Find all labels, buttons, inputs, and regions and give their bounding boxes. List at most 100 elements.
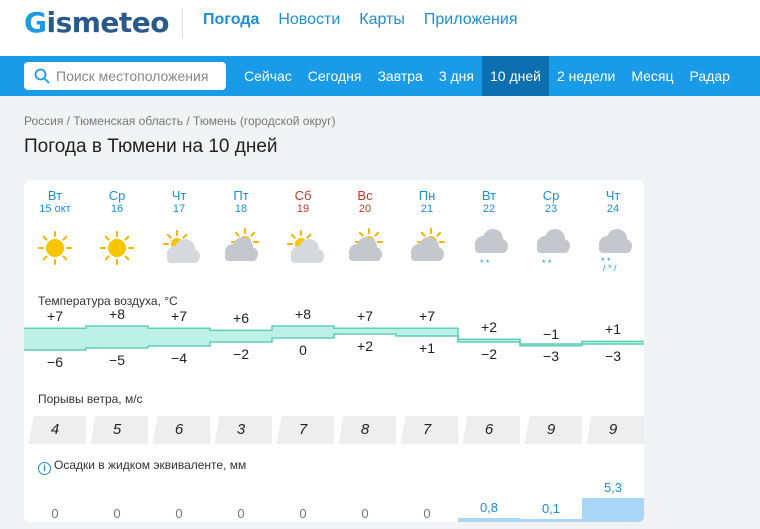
header: Gismeteo Погода Новости Карты Приложения [0, 0, 760, 56]
temp-min: −2 [481, 346, 497, 362]
sun-icon [33, 226, 77, 270]
temp-min: −5 [109, 352, 125, 368]
precip-value: 0 [51, 506, 59, 521]
day-name: Вт [481, 188, 497, 203]
info-icon[interactable]: i [38, 462, 51, 475]
temp-min: +2 [357, 338, 373, 354]
forecast-day[interactable]: Вт 15 окт [24, 188, 86, 215]
temp-min: −2 [233, 346, 249, 362]
precip-bar [458, 518, 520, 522]
temp-max: +8 [295, 306, 311, 322]
search-icon [34, 68, 50, 84]
day-date: 21 [420, 203, 434, 215]
wind-gust-value: 3 [210, 416, 272, 444]
wind-gust-value: 7 [396, 416, 458, 444]
day-name: Пн [418, 188, 436, 203]
precip-bar [520, 519, 582, 522]
temp-min: −3 [543, 348, 559, 364]
precip-value: 0 [237, 506, 245, 521]
wind-gust-value: 9 [582, 416, 644, 444]
temp-max: +7 [357, 308, 373, 325]
temp-max: −1 [543, 325, 559, 342]
day-name: Вт [47, 188, 63, 203]
forecast-day[interactable]: Вт 22 [458, 188, 520, 215]
tab-2-weeks[interactable]: 2 недели [549, 56, 623, 96]
temp-max: +2 [481, 319, 497, 336]
nav-news[interactable]: Новости [278, 11, 340, 29]
forecast-day[interactable]: Ср 16 [86, 188, 148, 215]
tab-month[interactable]: Месяц [623, 56, 681, 96]
day-name: Сб [294, 188, 312, 203]
day-date: 20 [358, 203, 372, 215]
svg-text:* *: * * [542, 258, 552, 268]
tab-now[interactable]: Сейчас [236, 56, 300, 96]
temp-max: +1 [605, 321, 621, 338]
period-tabs: Сейчас Сегодня Завтра 3 дня 10 дней 2 не… [236, 56, 738, 96]
precip-value: 0 [361, 506, 369, 521]
day-date: 15 окт [39, 203, 71, 215]
nav-apps[interactable]: Приложения [424, 11, 518, 29]
nav-weather[interactable]: Погода [203, 11, 259, 29]
forecast-day[interactable]: Пн 21 [396, 188, 458, 215]
precip-value: 0,8 [479, 500, 499, 515]
temp-max: +8 [109, 306, 125, 322]
tab-today[interactable]: Сегодня [300, 56, 370, 96]
day-date: 18 [234, 203, 248, 215]
top-nav: Погода Новости Карты Приложения [203, 11, 517, 29]
page-title: Погода в Тюмени на 10 дней [24, 136, 278, 157]
temp-max: +7 [171, 308, 187, 325]
temp-min: −6 [47, 354, 63, 370]
forecast-day[interactable]: Ср 23 [520, 188, 582, 215]
wind-gust-value: 8 [334, 416, 396, 444]
logo-divider [182, 8, 183, 38]
search-box[interactable] [24, 62, 226, 90]
wind-label: Порывы ветра, м/с [38, 392, 143, 406]
forecast-day[interactable]: Чт 24 [582, 188, 644, 215]
temp-min: +1 [419, 340, 435, 356]
precip-value: 5,3 [603, 480, 623, 495]
day-name: Чт [171, 188, 187, 203]
temp-min: −4 [171, 350, 187, 366]
gismeteo-logo[interactable]: Gismeteo [24, 6, 170, 39]
forecast-day[interactable]: Вс 20 [334, 188, 396, 215]
day-date: 24 [606, 203, 620, 215]
day-date: 16 [110, 203, 124, 215]
wind-gust-value: 4 [24, 416, 86, 444]
rain-snow-cloud-icon: * * / * / [591, 226, 635, 273]
sun-icon [95, 226, 139, 270]
tab-10-days[interactable]: 10 дней [481, 56, 549, 96]
day-date: 23 [544, 203, 558, 215]
day-name: Ср [108, 188, 126, 203]
nav-maps[interactable]: Карты [359, 11, 405, 29]
wind-gust-value: 9 [520, 416, 582, 444]
precip-value: 0 [175, 506, 183, 521]
forecast-day[interactable]: Чт 17 [148, 188, 210, 215]
tab-tomorrow[interactable]: Завтра [369, 56, 430, 96]
partly-cloudy-icon [281, 226, 325, 270]
svg-text:* *: * * [480, 258, 490, 268]
temp-min: −3 [605, 348, 621, 364]
breadcrumb[interactable]: Россия / Тюменская область / Тюмень (гор… [24, 114, 336, 128]
precip-value: 0,1 [541, 501, 561, 516]
wind-gust-value: 6 [148, 416, 210, 444]
temp-min: 0 [299, 342, 307, 358]
temp-max: +6 [233, 310, 249, 327]
forecast-day[interactable]: Пт 18 [210, 188, 272, 215]
tab-3-days[interactable]: 3 дня [431, 56, 482, 96]
precip-value: 0 [423, 506, 431, 521]
day-name: Чт [605, 188, 621, 203]
tab-radar[interactable]: Радар [682, 56, 738, 96]
snow-cloud-icon: * * [467, 226, 511, 270]
forecast-day[interactable]: Сб 19 [272, 188, 334, 215]
day-name: Ср [542, 188, 560, 203]
day-name: Вс [357, 188, 373, 203]
temp-max: +7 [47, 308, 63, 325]
precip-value: 0 [113, 506, 121, 521]
wind-gust-value: 7 [272, 416, 334, 444]
cloudy-sun-icon [405, 226, 449, 270]
partly-cloudy-icon [157, 226, 201, 270]
precip-label: i Осадки в жидком эквиваленте, мм [38, 458, 246, 475]
wind-gust-value: 6 [458, 416, 520, 444]
search-input[interactable] [56, 68, 216, 84]
wind-gust-value: 5 [86, 416, 148, 444]
